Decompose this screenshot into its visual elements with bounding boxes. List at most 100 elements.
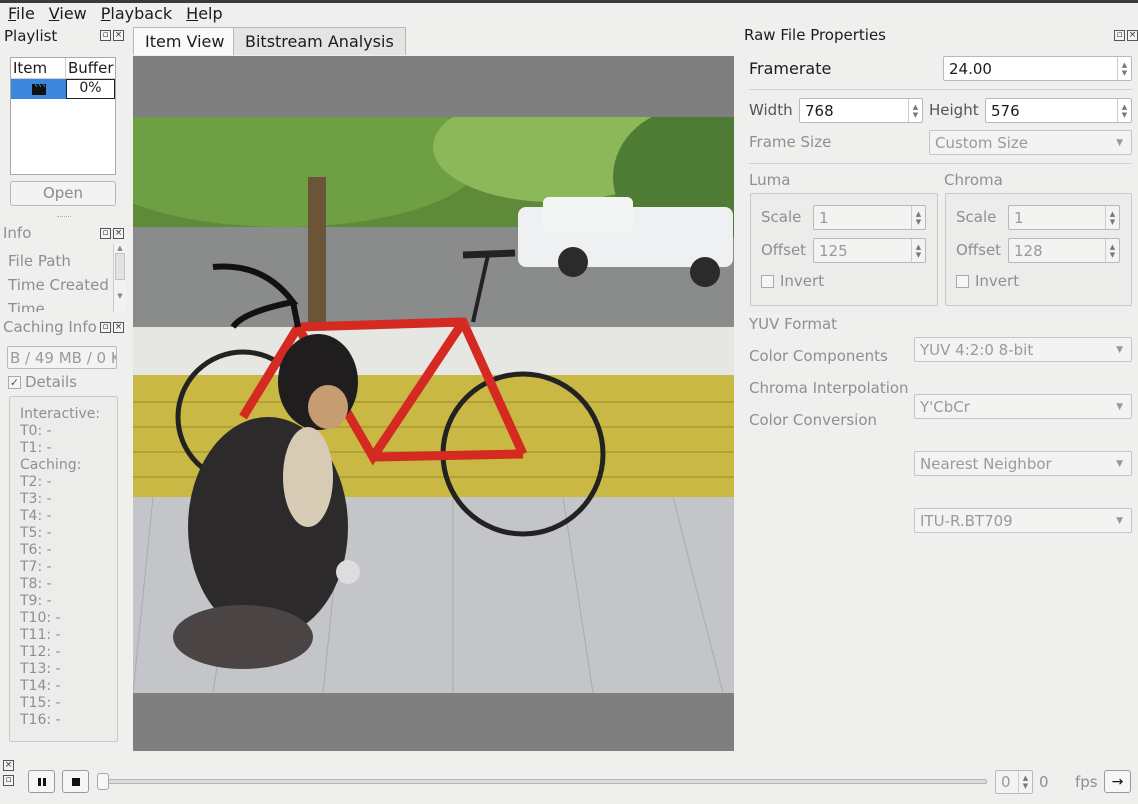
frame-picture — [133, 117, 734, 693]
info-time-modified: Time Modified — [8, 300, 45, 312]
splitter-handle[interactable] — [57, 216, 71, 218]
chroma-interpolation-combo[interactable]: Nearest Neighbor ▼ — [914, 451, 1132, 476]
luma-scale-value: 1 — [819, 208, 829, 227]
menu-view[interactable]: View — [49, 3, 87, 25]
chroma-interpolation-value: Nearest Neighbor — [920, 454, 1052, 473]
luma-scale-label: Scale — [761, 208, 802, 226]
playlist-item-cell[interactable] — [11, 79, 66, 99]
details-line: T12: - — [20, 644, 61, 660]
info-scrollbar[interactable]: ▲ ▼ — [113, 244, 126, 312]
spinner-arrows-icon[interactable]: ▲ ▼ — [1105, 239, 1119, 262]
close-icon[interactable]: × — [113, 228, 124, 239]
float-icon[interactable]: ▫ — [3, 775, 14, 786]
spinner-arrows-icon[interactable]: ▲ ▼ — [911, 206, 925, 229]
frame-slider-track[interactable] — [100, 779, 987, 784]
luma-offset-label: Offset — [761, 241, 807, 259]
spinner-arrows-icon[interactable]: ▲ ▼ — [911, 239, 925, 262]
playlist-title: Playlist — [4, 27, 58, 45]
next-frame-button[interactable]: → — [1104, 770, 1131, 793]
info-list: File Path Time Created Time Modified — [8, 252, 112, 312]
luma-offset-spinbox[interactable]: 125 ▲ ▼ — [813, 238, 926, 263]
tab-bitstream-analysis[interactable]: Bitstream Analysis — [233, 27, 406, 55]
color-conversion-value: ITU-R.BT709 — [920, 511, 1013, 530]
spinner-arrows-icon[interactable]: ▲ ▼ — [1117, 57, 1131, 80]
scrollbar-thumb[interactable] — [115, 253, 125, 280]
chroma-invert-checkbox[interactable] — [956, 274, 969, 288]
clapperboard-icon — [31, 83, 46, 95]
tab-item-view[interactable]: Item View — [133, 27, 237, 55]
details-checkbox-row[interactable]: ✓ Details — [8, 373, 77, 391]
decoded-frame-image[interactable] — [133, 117, 734, 693]
luma-invert-row[interactable]: Invert — [761, 272, 824, 290]
color-conversion-label: Color Conversion — [749, 411, 878, 429]
float-icon[interactable]: ▫ — [100, 30, 111, 41]
height-label: Height — [929, 101, 979, 119]
close-icon[interactable]: × — [113, 30, 124, 41]
height-spinbox[interactable]: 576 ▲ ▼ — [985, 98, 1132, 123]
color-conversion-combo[interactable]: ITU-R.BT709 ▼ — [914, 508, 1132, 533]
frame-max: 0 — [1039, 773, 1049, 791]
column-buffer-header[interactable]: Buffer — [66, 58, 115, 78]
playlist-table[interactable]: Item Buffer 0% — [10, 57, 116, 175]
details-box: Interactive: T0: - T1: - Caching: T2: - T3: -… — [9, 396, 118, 742]
close-icon[interactable]: × — [1127, 30, 1138, 41]
frame-slider-handle[interactable] — [97, 773, 109, 790]
details-line: Interactive: — [20, 406, 101, 422]
spinner-arrows-icon[interactable]: ▲ ▼ — [908, 99, 922, 122]
float-icon[interactable]: ▫ — [1114, 30, 1125, 41]
chroma-scale-value: 1 — [1014, 208, 1024, 227]
luma-offset-value: 125 — [819, 241, 848, 260]
column-item-header[interactable]: Item — [11, 58, 66, 78]
yuv-format-value: YUV 4:2:0 8-bit — [920, 340, 1034, 359]
details-line: T10: - — [20, 610, 61, 626]
frame-spinbox[interactable]: 0 ▲ ▼ — [995, 770, 1033, 794]
info-title: Info — [3, 224, 32, 242]
spinner-arrows-icon[interactable]: ▲ ▼ — [1018, 771, 1032, 793]
luma-scale-spinbox[interactable]: 1 ▲ ▼ — [813, 205, 926, 230]
height-value: 576 — [991, 101, 1020, 120]
pause-button[interactable] — [28, 770, 55, 793]
playlist-buffer-cell: 0% — [66, 79, 115, 99]
chroma-offset-spinbox[interactable]: 128 ▲ ▼ — [1008, 238, 1120, 263]
menu-file[interactable]: File — [8, 3, 35, 25]
color-components-combo[interactable]: Y'CbCr ▼ — [914, 394, 1132, 419]
frame-size-combo[interactable]: Custom Size ▼ — [929, 130, 1132, 155]
float-icon[interactable]: ▫ — [100, 228, 111, 239]
open-button[interactable]: Open — [10, 181, 116, 206]
details-checkbox[interactable]: ✓ — [8, 375, 21, 389]
chevron-down-icon: ▼ — [1116, 401, 1123, 412]
details-line: T14: - — [20, 678, 61, 694]
scroll-up-icon[interactable]: ▲ — [114, 244, 126, 252]
details-lines: Interactive: T0: - T1: - Caching: T2: - T3: -… — [20, 406, 117, 729]
spinner-arrows-icon[interactable]: ▲ ▼ — [1117, 99, 1131, 122]
luma-invert-checkbox[interactable] — [761, 274, 774, 288]
width-value: 768 — [805, 101, 834, 120]
close-icon[interactable]: × — [113, 322, 124, 333]
chroma-invert-label: Invert — [975, 272, 1020, 290]
menu-help[interactable]: Help — [186, 3, 222, 25]
scroll-down-icon[interactable]: ▼ — [114, 292, 126, 300]
chroma-interpolation-label: Chroma Interpolation — [749, 379, 909, 397]
luma-title: Luma — [749, 171, 791, 189]
framerate-label: Framerate — [749, 59, 832, 78]
details-line: T11: - — [20, 627, 61, 643]
luma-invert-label: Invert — [780, 272, 825, 290]
caching-dock-buttons: ▫ × — [100, 322, 124, 333]
details-line: T15: - — [20, 695, 61, 711]
chroma-invert-row[interactable]: Invert — [956, 272, 1019, 290]
color-components-value: Y'CbCr — [920, 397, 970, 416]
playlist-row[interactable]: 0% — [11, 79, 115, 99]
details-line: T6: - — [20, 542, 52, 558]
chroma-offset-label: Offset — [956, 241, 1002, 259]
close-icon[interactable]: × — [3, 760, 14, 771]
details-line: Caching: — [20, 457, 82, 473]
stop-button[interactable] — [62, 770, 89, 793]
chevron-down-icon: ▼ — [1116, 344, 1123, 355]
menu-playback[interactable]: Playback — [101, 3, 172, 25]
framerate-spinbox[interactable]: 24.00 ▲ ▼ — [943, 56, 1132, 81]
spinner-arrows-icon[interactable]: ▲ ▼ — [1105, 206, 1119, 229]
chroma-scale-spinbox[interactable]: 1 ▲ ▼ — [1008, 205, 1120, 230]
float-icon[interactable]: ▫ — [100, 322, 111, 333]
yuv-format-combo[interactable]: YUV 4:2:0 8-bit ▼ — [914, 337, 1132, 362]
width-spinbox[interactable]: 768 ▲ ▼ — [799, 98, 923, 123]
